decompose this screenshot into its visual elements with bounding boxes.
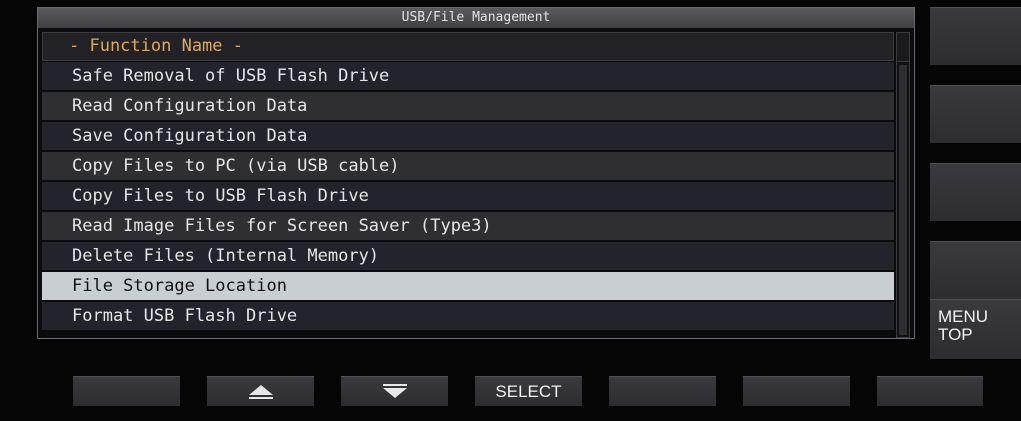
- menu-top-button[interactable]: MENU TOP: [930, 299, 1021, 359]
- scrollbar-header: [897, 33, 909, 62]
- list-item[interactable]: Read Image Files for Screen Saver (Type3…: [42, 212, 894, 242]
- function-button-6[interactable]: [743, 376, 850, 406]
- function-button-7[interactable]: [877, 376, 983, 406]
- side-button-4[interactable]: [930, 241, 1021, 299]
- select-button[interactable]: SELECT: [475, 376, 582, 406]
- list-item[interactable]: Safe Removal of USB Flash Drive: [42, 62, 894, 92]
- window-title: USB/File Management: [38, 8, 914, 28]
- side-button-3[interactable]: [930, 163, 1021, 221]
- up-button[interactable]: [207, 376, 314, 406]
- side-button-1[interactable]: [930, 7, 1021, 65]
- side-button-label: MENU TOP: [938, 307, 989, 344]
- function-button-1[interactable]: [73, 376, 180, 406]
- down-button[interactable]: [341, 376, 448, 406]
- list-item[interactable]: Copy Files to USB Flash Drive: [42, 182, 894, 212]
- usb-file-management-panel: USB/File Management - Function Name - Sa…: [37, 7, 915, 339]
- list-item[interactable]: Format USB Flash Drive: [42, 302, 894, 332]
- bottom-button-label: SELECT: [495, 382, 562, 401]
- list-item[interactable]: Delete Files (Internal Memory): [42, 242, 894, 272]
- list-item[interactable]: Copy Files to PC (via USB cable): [42, 152, 894, 182]
- list-item[interactable]: Read Configuration Data: [42, 92, 894, 122]
- list-item[interactable]: Save Configuration Data: [42, 122, 894, 152]
- function-button-5[interactable]: [609, 376, 716, 406]
- list-item[interactable]: File Storage Location: [42, 272, 894, 302]
- scrollbar-thumb[interactable]: [899, 65, 907, 335]
- side-button-2[interactable]: [930, 85, 1021, 143]
- list-header: - Function Name -: [42, 32, 894, 61]
- scrollbar[interactable]: [896, 32, 910, 338]
- function-list: Safe Removal of USB Flash Drive Read Conf…: [42, 62, 894, 332]
